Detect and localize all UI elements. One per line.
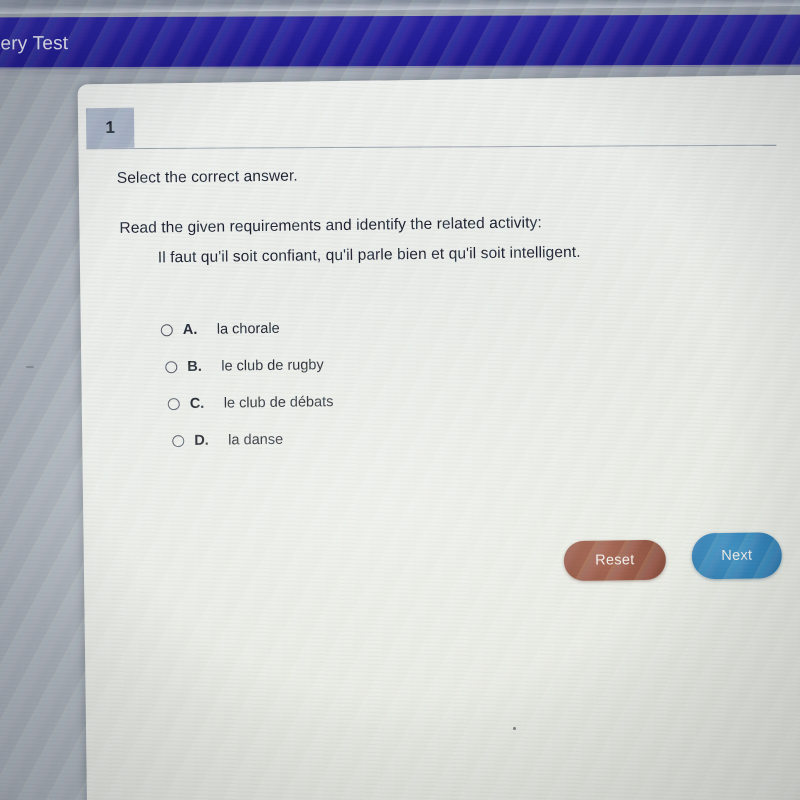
page-title: astery Test xyxy=(0,33,69,55)
radio-button-icon[interactable] xyxy=(165,360,178,373)
option-label: le club de débats xyxy=(223,393,334,412)
option-letter: B. xyxy=(187,358,202,375)
header-divider xyxy=(86,144,777,150)
app-header-bar: astery Test xyxy=(0,14,800,70)
directions-text: Read the given requirements and identify… xyxy=(119,214,542,237)
url-bar-fade xyxy=(0,0,800,14)
option-letter: A. xyxy=(182,321,198,338)
question-card: 1 Select the correct answer. Read the gi… xyxy=(77,74,800,800)
option-letter: C. xyxy=(189,395,205,412)
question-body: Select the correct answer. Read the give… xyxy=(79,149,800,582)
option-label: la chorale xyxy=(216,320,280,338)
photographed-screen: s-delivery/da/init/launch/4980 astery Te… xyxy=(0,0,800,800)
option-label: la danse xyxy=(228,431,284,448)
next-button[interactable]: Next xyxy=(691,532,783,580)
question-number-label: 1 xyxy=(105,117,116,138)
option-label: le club de rugby xyxy=(221,356,324,375)
radio-button-icon[interactable] xyxy=(167,397,180,410)
radio-button-icon[interactable] xyxy=(172,434,185,447)
screen-surface: s-delivery/da/init/launch/4980 astery Te… xyxy=(0,0,800,800)
question-number-tab[interactable]: 1 xyxy=(85,107,135,149)
answer-option-d[interactable]: D. la danse xyxy=(172,416,680,460)
instruction-text: Select the correct answer. xyxy=(116,167,298,187)
option-letter: D. xyxy=(194,432,209,449)
radio-button-icon[interactable] xyxy=(160,323,173,336)
browser-url-bar[interactable]: s-delivery/da/init/launch/4980 xyxy=(0,0,800,14)
action-button-group: Reset Next xyxy=(563,532,783,584)
answer-options-list: A. la chorale B. le club de rugby C. le … xyxy=(159,305,681,460)
stimulus-text: Il faut qu'il soit confiant, qu'il parle… xyxy=(157,243,581,267)
reset-button[interactable]: Reset xyxy=(563,539,667,582)
